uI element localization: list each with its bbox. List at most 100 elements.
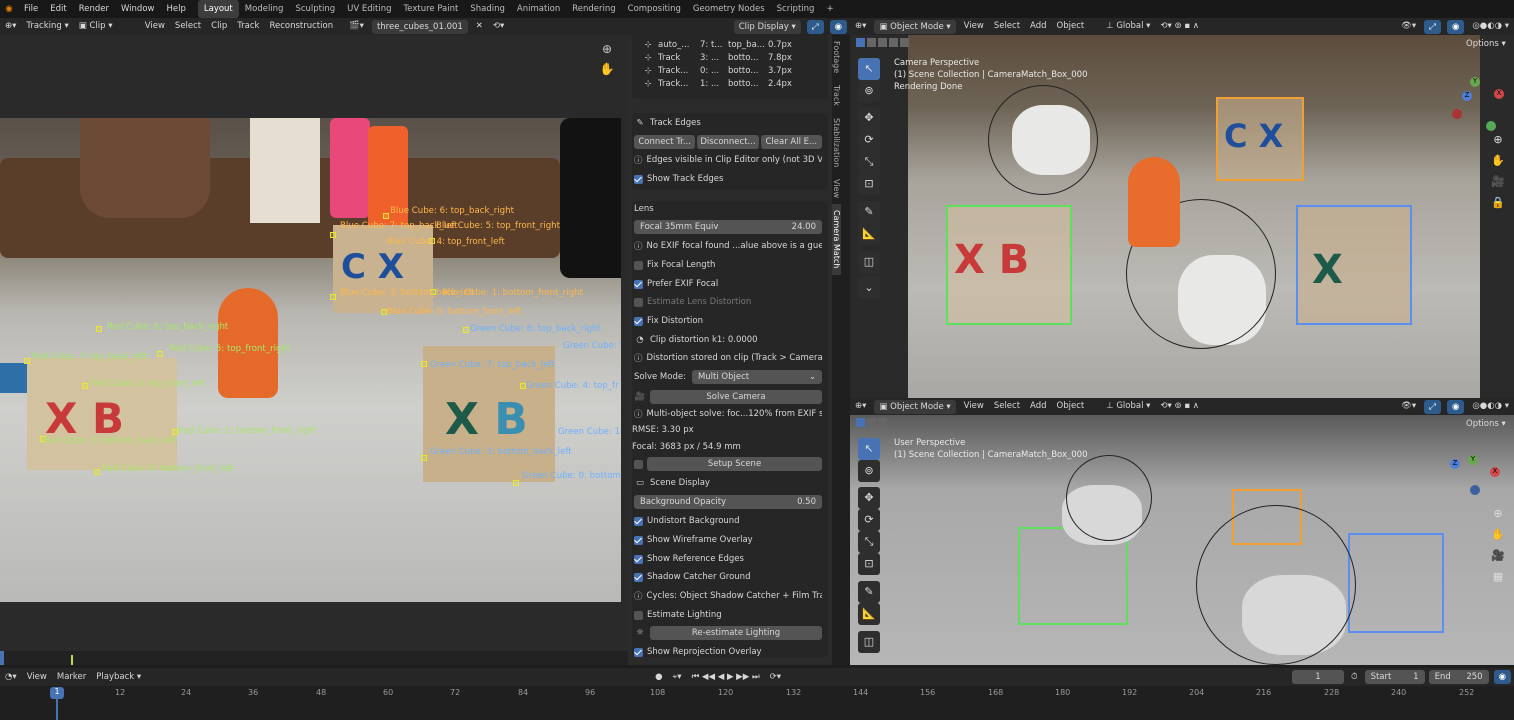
editor-type-icon[interactable]: ◔▾ bbox=[0, 669, 22, 686]
select-box-tool[interactable]: ↖ bbox=[858, 438, 880, 460]
tab-geometry-nodes[interactable]: Geometry Nodes bbox=[687, 0, 771, 18]
move-tool[interactable]: ✥ bbox=[858, 107, 880, 129]
measure-tool[interactable]: 📐 bbox=[858, 603, 880, 625]
select-mode-icon[interactable] bbox=[856, 418, 865, 427]
marker-square[interactable] bbox=[421, 455, 427, 461]
marker-square[interactable] bbox=[463, 327, 469, 333]
tab-view[interactable]: View bbox=[832, 173, 841, 204]
tab-track[interactable]: Track bbox=[832, 79, 841, 112]
clip-footage-image[interactable]: C X X B X B Blue Cube: 6: top_back_right… bbox=[0, 118, 621, 602]
start-frame-field[interactable]: Start 1 bbox=[1364, 670, 1425, 684]
setup-scene-button[interactable]: Setup Scene bbox=[647, 457, 822, 471]
timeline-ruler[interactable]: 1 12 24 36 48 60 72 84 96 108 120 132 14… bbox=[0, 686, 1514, 720]
vp-menu-add[interactable]: Add bbox=[1025, 18, 1051, 35]
undistort-toggle[interactable]: Undistort Background bbox=[634, 513, 822, 529]
playback-controls[interactable]: ⏮ ◀◀ ◀ ▶ ▶▶ ⏭ bbox=[687, 669, 765, 686]
green-cube-wireframe[interactable]: X bbox=[1296, 205, 1412, 325]
shading-modes-icon[interactable]: ◎●◐◑ ▾ bbox=[1467, 18, 1514, 35]
tl-menu-view[interactable]: View bbox=[22, 669, 52, 686]
marker-square[interactable] bbox=[157, 351, 163, 357]
tab-footage[interactable]: Footage bbox=[832, 35, 841, 79]
object-mode-dropdown[interactable]: ▣ Object Mode ▾ bbox=[874, 19, 956, 34]
clear-all-edges-button[interactable]: Clear All E... bbox=[760, 135, 822, 149]
axis-y-icon[interactable]: Y bbox=[1470, 77, 1480, 87]
tab-animation[interactable]: Animation bbox=[511, 0, 566, 18]
snap-icon[interactable]: ⟲▾ ⊚ ▪ ∧ bbox=[1155, 398, 1204, 415]
blender-logo-icon[interactable]: ◉ bbox=[0, 4, 18, 14]
vp-menu-select[interactable]: Select bbox=[989, 398, 1025, 415]
tl-menu-playback[interactable]: Playback ▾ bbox=[91, 669, 146, 686]
reestimate-lighting-button[interactable]: Re-estimate Lighting bbox=[650, 626, 822, 640]
overlay-toggle[interactable]: ◉ bbox=[1446, 399, 1465, 414]
lock-icon[interactable]: 🔒 bbox=[1490, 192, 1506, 213]
cursor-tool[interactable]: ⊚ bbox=[858, 80, 880, 102]
solve-camera-button[interactable]: Solve Camera bbox=[650, 390, 822, 404]
bg-opacity-field[interactable]: Background Opacity 0.50 bbox=[634, 494, 822, 510]
connect-tracks-button[interactable]: Connect Tr... bbox=[634, 135, 696, 149]
annotate-tool[interactable]: ✎ bbox=[858, 581, 880, 603]
orientation-dropdown[interactable]: ⊥ Global ▾ bbox=[1101, 398, 1155, 415]
scale-tool[interactable]: ⤡ bbox=[858, 151, 880, 173]
marker-square[interactable] bbox=[24, 358, 30, 364]
marker-square[interactable] bbox=[383, 213, 389, 219]
select-mode-icon[interactable] bbox=[878, 38, 887, 47]
cursor-tool[interactable]: ⊚ bbox=[858, 460, 880, 482]
select-mode-icon[interactable] bbox=[900, 38, 909, 47]
estimate-lighting-toggle[interactable]: Estimate Lighting bbox=[634, 607, 822, 623]
axis-neg-z-icon[interactable] bbox=[1470, 485, 1480, 495]
hand-pan-icon[interactable]: ✋ bbox=[596, 62, 618, 82]
current-frame-field[interactable]: 1 bbox=[1291, 670, 1344, 684]
tab-sculpting[interactable]: Sculpting bbox=[289, 0, 341, 18]
axis-x-icon[interactable]: X bbox=[1490, 467, 1500, 477]
clip-display-dropdown[interactable]: Clip Display ▾ bbox=[733, 19, 801, 34]
focal-field[interactable]: Focal 35mm Equiv 24.00 bbox=[634, 219, 822, 235]
vp-menu-add[interactable]: Add bbox=[1025, 398, 1051, 415]
menu-render[interactable]: Render bbox=[73, 0, 115, 18]
extra-tool[interactable]: ⌄ bbox=[858, 277, 880, 299]
end-frame-field[interactable]: End 250 bbox=[1428, 670, 1489, 684]
rotate-tool[interactable]: ⟳ bbox=[858, 129, 880, 151]
overlay-toggle[interactable]: ◉ bbox=[1493, 670, 1511, 684]
menu-help[interactable]: Help bbox=[160, 0, 191, 18]
red-cube-wireframe[interactable]: X B bbox=[946, 205, 1072, 325]
marker-square[interactable] bbox=[421, 361, 427, 367]
rotate-tool[interactable]: ⟳ bbox=[858, 509, 880, 531]
track-row[interactable]: ⊹ Track... 1: ... botto... 2.4px bbox=[634, 76, 822, 92]
axis-x-icon[interactable]: X bbox=[1494, 89, 1504, 99]
solve-mode-dropdown[interactable]: Multi Object ⌄ bbox=[691, 370, 822, 384]
snap-icon[interactable]: ⟲▾ ⊚ ▪ ∧ bbox=[1155, 18, 1204, 35]
axis-z-icon[interactable]: Z bbox=[1450, 459, 1460, 469]
orientation-dropdown[interactable]: ⊥ Global ▾ bbox=[1101, 18, 1155, 35]
vp-menu-view[interactable]: View bbox=[959, 18, 989, 35]
menu-file[interactable]: File bbox=[18, 0, 44, 18]
marker-square[interactable] bbox=[513, 480, 519, 486]
select-box-tool[interactable]: ↖ bbox=[858, 58, 880, 80]
hand-pan-icon[interactable]: ✋ bbox=[1490, 150, 1506, 171]
viewport-user[interactable]: User Perspective (1) Scene Collection | … bbox=[850, 415, 1514, 665]
record-icon[interactable]: ● bbox=[650, 669, 667, 686]
show-track-edges-toggle[interactable]: Show Track Edges bbox=[634, 171, 822, 187]
tab-texture-paint[interactable]: Texture Paint bbox=[398, 0, 465, 18]
vp-menu-object[interactable]: Object bbox=[1052, 18, 1090, 35]
move-tool[interactable]: ✥ bbox=[858, 487, 880, 509]
marker-square[interactable] bbox=[82, 383, 88, 389]
select-mode-icon[interactable] bbox=[889, 38, 898, 47]
measure-tool[interactable]: 📐 bbox=[858, 223, 880, 245]
clip-menu-track[interactable]: Track bbox=[232, 18, 264, 35]
clip-menu-view[interactable]: View bbox=[140, 18, 170, 35]
clock-icon[interactable]: ⏱ bbox=[1346, 669, 1363, 686]
tab-compositing[interactable]: Compositing bbox=[622, 0, 687, 18]
tab-rendering[interactable]: Rendering bbox=[566, 0, 621, 18]
zoom-icon[interactable]: ⊕ bbox=[596, 42, 618, 62]
scene-display-header[interactable]: ▭ Scene Display bbox=[634, 475, 822, 491]
options-dropdown[interactable]: Options ▾ bbox=[1466, 39, 1506, 49]
green-cube-wireframe[interactable] bbox=[1348, 533, 1444, 633]
grid-icon[interactable]: ▦ bbox=[1490, 566, 1506, 587]
tab-stabilization[interactable]: Stabilization bbox=[832, 112, 841, 173]
overlay-toggle[interactable]: ◉ bbox=[1446, 19, 1465, 34]
zoom-icon[interactable]: ⊕ bbox=[1490, 129, 1506, 150]
select-mode-icon[interactable] bbox=[856, 38, 865, 47]
tab-uv-editing[interactable]: UV Editing bbox=[341, 0, 397, 18]
select-mode-icon[interactable] bbox=[878, 418, 887, 427]
vp-menu-select[interactable]: Select bbox=[989, 18, 1025, 35]
